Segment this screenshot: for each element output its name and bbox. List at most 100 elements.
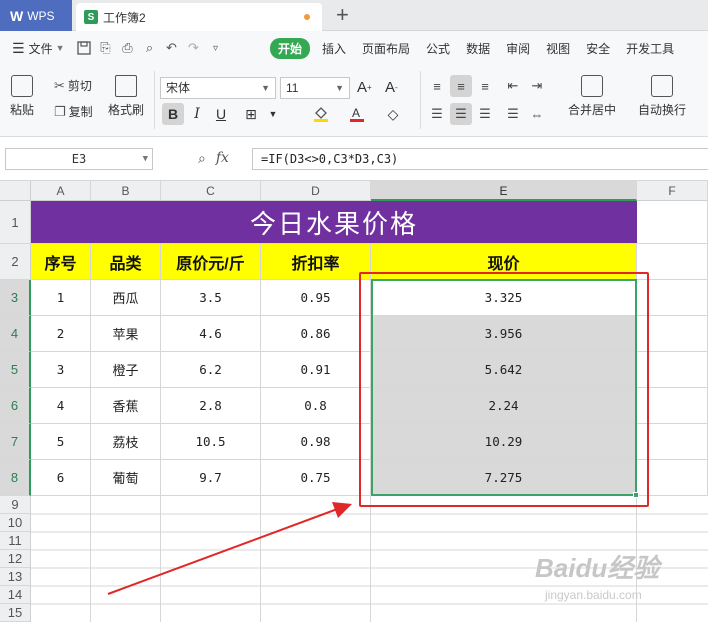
align-middle-icon[interactable]: ≡ (450, 75, 472, 97)
row-header-15[interactable]: 15 (0, 604, 31, 622)
table-cell[interactable]: 西瓜 (91, 280, 161, 316)
column-header-c[interactable]: C (161, 181, 261, 201)
paste-button[interactable]: 粘贴 (10, 75, 34, 118)
table-cell[interactable]: 苹果 (91, 316, 161, 352)
table-cell[interactable]: 0.98 (261, 424, 371, 460)
table-cell[interactable]: 2.8 (161, 388, 261, 424)
new-tab-button[interactable]: + (336, 2, 349, 28)
name-box[interactable]: E3 ▼ (5, 148, 153, 170)
zoom-icon[interactable]: ⌕ (198, 150, 206, 167)
undo-icon[interactable]: ↶ (161, 37, 183, 59)
align-bottom-icon[interactable]: ≡ (474, 75, 496, 97)
menu-tab-developer[interactable]: 开发工具 (626, 40, 674, 57)
more-icon[interactable]: ▿ (205, 37, 227, 59)
hamburger-icon[interactable]: ☰ (12, 40, 25, 57)
decrease-indent-icon[interactable]: ⇤ (502, 75, 524, 97)
table-cell[interactable] (637, 460, 708, 496)
table-cell[interactable]: 5 (31, 424, 91, 460)
save-icon[interactable] (73, 37, 95, 59)
row-header-8[interactable]: 8 (0, 460, 31, 496)
document-tab[interactable]: S 工作簿2 (76, 3, 322, 31)
cell-f1[interactable] (637, 201, 708, 244)
export-icon[interactable]: ⎘ (95, 37, 117, 59)
column-header-f[interactable]: F (637, 181, 708, 201)
copy-button[interactable]: ❐ 复制 (54, 103, 93, 120)
clear-format-icon[interactable]: ◇ (382, 103, 404, 125)
row-header-7[interactable]: 7 (0, 424, 31, 460)
table-cell[interactable]: 0.75 (261, 460, 371, 496)
print-preview-icon[interactable]: ⌕ (139, 37, 161, 59)
header-cell-index[interactable]: 序号 (31, 244, 91, 280)
row-header-6[interactable]: 6 (0, 388, 31, 424)
column-header-a[interactable]: A (31, 181, 91, 201)
menu-tab-view[interactable]: 视图 (546, 40, 570, 57)
row-header-3[interactable]: 3 (0, 280, 31, 316)
table-cell[interactable]: 1 (31, 280, 91, 316)
fill-handle[interactable] (633, 492, 639, 498)
active-cell-e3[interactable]: 3.325 (371, 280, 637, 316)
table-cell[interactable]: 7.275 (371, 460, 637, 496)
print-icon[interactable]: ⎙ (117, 37, 139, 59)
table-cell[interactable]: 0.95 (261, 280, 371, 316)
increase-font-button[interactable]: A + (357, 79, 372, 96)
table-cell[interactable]: 10.29 (371, 424, 637, 460)
align-left-icon[interactable]: ☰ (426, 103, 448, 125)
cell-f2[interactable] (637, 244, 708, 280)
align-center-icon[interactable]: ☰ (450, 103, 472, 125)
row-header-13[interactable]: 13 (0, 568, 31, 586)
row-header-11[interactable]: 11 (0, 532, 31, 550)
table-cell[interactable]: 6 (31, 460, 91, 496)
row-header-4[interactable]: 4 (0, 316, 31, 352)
table-cell[interactable]: 0.8 (261, 388, 371, 424)
table-cell[interactable]: 4.6 (161, 316, 261, 352)
bold-button[interactable]: B (162, 103, 184, 125)
table-cell[interactable]: 10.5 (161, 424, 261, 460)
row-header-10[interactable]: 10 (0, 514, 31, 532)
fill-color-icon[interactable] (310, 103, 332, 125)
wps-app-tab[interactable]: W WPS (0, 0, 72, 31)
menu-tab-formulas[interactable]: 公式 (426, 40, 450, 57)
table-cell[interactable] (637, 352, 708, 388)
table-cell[interactable]: 6.2 (161, 352, 261, 388)
header-cell-discount[interactable]: 折扣率 (261, 244, 371, 280)
table-cell[interactable]: 3 (31, 352, 91, 388)
row-header-14[interactable]: 14 (0, 586, 31, 604)
header-cell-original-price[interactable]: 原价元/斤 (161, 244, 261, 280)
menu-tab-page-layout[interactable]: 页面布局 (362, 40, 410, 57)
select-all-corner[interactable] (0, 181, 31, 201)
header-cell-category[interactable]: 品类 (91, 244, 161, 280)
table-cell[interactable] (637, 388, 708, 424)
table-cell[interactable]: 荔枝 (91, 424, 161, 460)
table-cell[interactable]: 0.86 (261, 316, 371, 352)
row-header-2[interactable]: 2 (0, 244, 31, 280)
table-cell[interactable]: 9.7 (161, 460, 261, 496)
table-cell[interactable]: 2.24 (371, 388, 637, 424)
menu-tab-insert[interactable]: 插入 (322, 40, 346, 57)
align-right-icon[interactable]: ☰ (474, 103, 496, 125)
row-header-1[interactable]: 1 (0, 201, 31, 244)
border-icon[interactable]: ⊞ (240, 103, 262, 125)
increase-indent-icon[interactable]: ⇥ (526, 75, 548, 97)
redo-icon[interactable]: ↷ (183, 37, 205, 59)
table-cell[interactable]: 香蕉 (91, 388, 161, 424)
chevron-down-icon[interactable]: ▼ (262, 103, 284, 125)
menu-tab-home[interactable]: 开始 (270, 37, 311, 59)
column-header-d[interactable]: D (261, 181, 371, 201)
table-cell[interactable]: 4 (31, 388, 91, 424)
table-cell[interactable]: 3.956 (371, 316, 637, 352)
table-cell[interactable]: 橙子 (91, 352, 161, 388)
column-header-e[interactable]: E (371, 181, 637, 201)
file-menu[interactable]: 文件 (29, 40, 53, 57)
table-cell[interactable]: 3.5 (161, 280, 261, 316)
row-header-12[interactable]: 12 (0, 550, 31, 568)
format-painter-button[interactable]: 格式刷 (108, 75, 144, 118)
cut-button[interactable]: ✂ 剪切 (54, 77, 92, 94)
menu-tab-security[interactable]: 安全 (586, 40, 610, 57)
align-top-icon[interactable]: ≡ (426, 75, 448, 97)
underline-button[interactable]: U (210, 103, 232, 125)
sheet-title-cell[interactable]: 今日水果价格 (31, 201, 637, 244)
font-name-select[interactable]: 宋体 ▼ (160, 77, 276, 99)
font-size-select[interactable]: 11 ▼ (280, 77, 350, 99)
table-cell[interactable] (637, 280, 708, 316)
menu-tab-data[interactable]: 数据 (466, 40, 490, 57)
